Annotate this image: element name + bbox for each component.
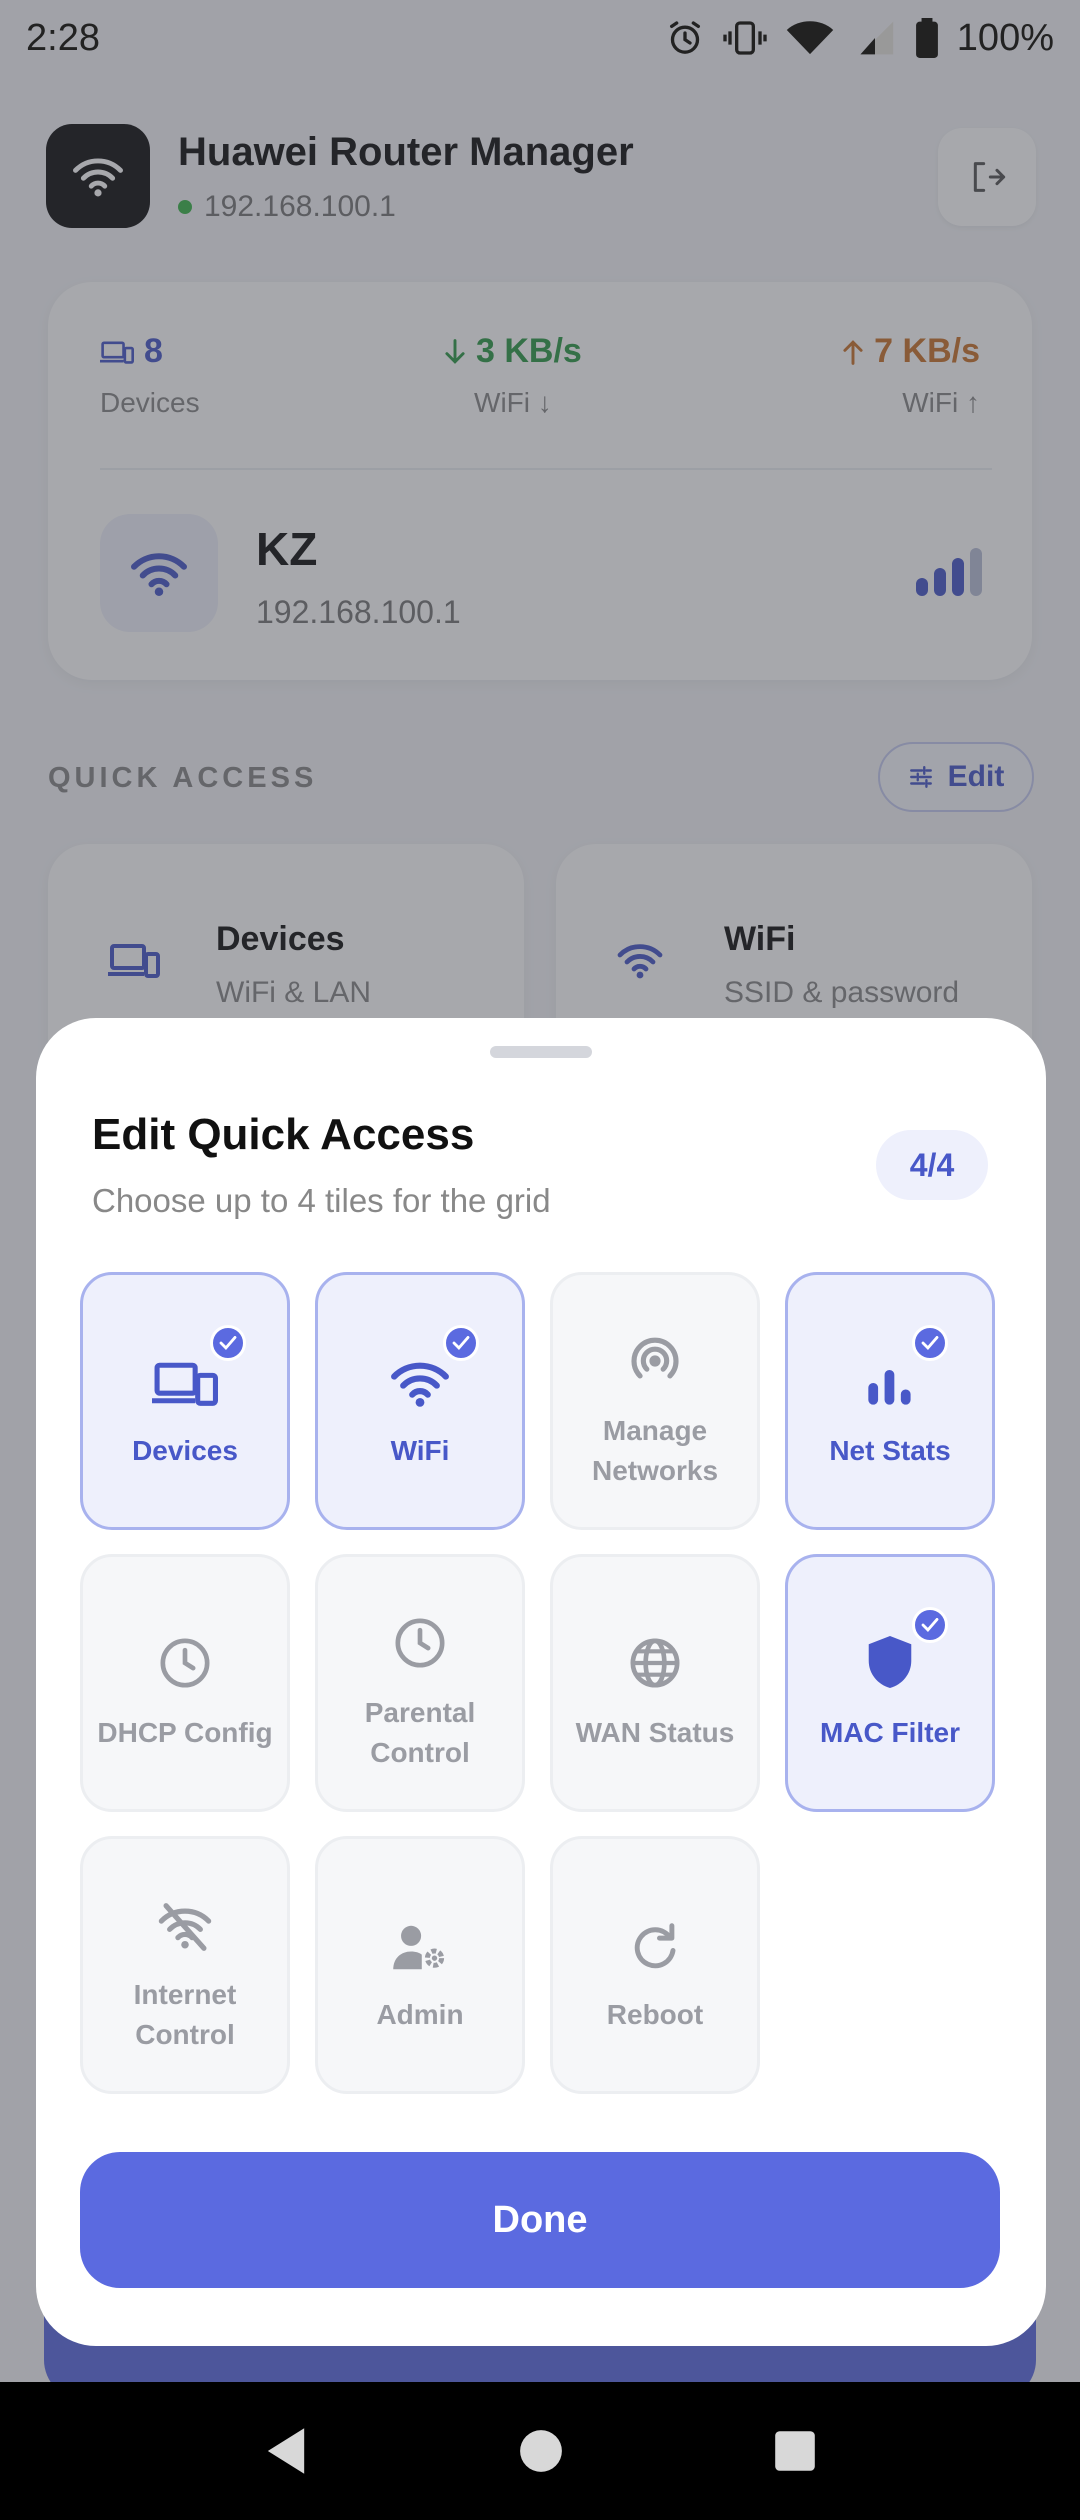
home-icon[interactable] [519,2429,563,2473]
check-icon [443,1325,479,1361]
tile-label: WAN Status [575,1717,735,1748]
recents-icon[interactable] [773,2429,817,2473]
tile-label: Admin [376,1999,464,2030]
refresh-icon [634,1923,676,1969]
check-icon [912,1607,948,1643]
globe-icon [630,1638,680,1688]
tile-wifi[interactable]: WiFi [315,1272,525,1530]
system-nav-bar [0,2382,1080,2520]
back-icon[interactable] [263,2426,309,2476]
drag-handle[interactable] [490,1046,592,1058]
tile-label: Net Stats [829,1435,951,1466]
tile-label: Reboot [606,1999,704,2030]
edit-quick-access-sheet: Edit Quick Access Choose up to 4 tiles f… [36,1018,1046,2346]
battery-percent: 100% [956,16,1054,59]
check-icon [912,1325,948,1361]
tile-label: Parental Control [364,1697,476,1768]
clock-icon [160,1638,210,1688]
tile-net-stats[interactable]: Net Stats [785,1272,995,1530]
bar-chart-icon [868,1370,911,1405]
clock-icon [395,1618,445,1668]
tile-label: Manage Networks [591,1415,719,1486]
selection-count-badge: 4/4 [876,1130,988,1200]
tile-dhcp-config[interactable]: DHCP Config [80,1554,290,1812]
tile-label: Devices [132,1435,238,1466]
tile-label: DHCP Config [97,1717,273,1748]
wifi-status-icon [786,21,834,55]
tile-admin[interactable]: Admin [315,1836,525,2094]
tile-label: MAC Filter [820,1717,960,1748]
tile-reboot[interactable]: Reboot [550,1836,760,2094]
check-icon [210,1325,246,1361]
wifi-icon [391,1362,449,1407]
tile-parental-control[interactable]: Parental Control [315,1554,525,1812]
tile-manage-networks[interactable]: Manage Networks [550,1272,760,1530]
battery-icon [915,18,938,58]
alarm-icon [669,21,700,54]
tile-mac-filter[interactable]: MAC Filter [785,1554,995,1812]
tile-devices[interactable]: Devices [80,1272,290,1530]
status-icons: 100% [665,17,1054,60]
cell-signal-icon [860,21,893,55]
status-time: 2:28 [26,16,100,59]
tile-label: WiFi [390,1435,450,1466]
tile-wan-status[interactable]: WAN Status [550,1554,760,1812]
broadcast-icon [631,1337,679,1379]
wifi-off-icon [158,1903,212,1951]
shield-icon [868,1636,912,1688]
sheet-subtitle: Choose up to 4 tiles for the grid [92,1182,551,1219]
vibrate-icon [723,21,767,55]
devices-icon [152,1362,218,1406]
sheet-title: Edit Quick Access [92,1110,475,1159]
status-bar: 2:28 100% [0,0,1080,76]
tile-internet-control[interactable]: Internet Control [80,1836,290,2094]
admin-gear-icon [393,1925,445,1970]
done-button[interactable]: Done [80,2152,1000,2288]
tile-label: Internet Control [133,1979,237,2050]
